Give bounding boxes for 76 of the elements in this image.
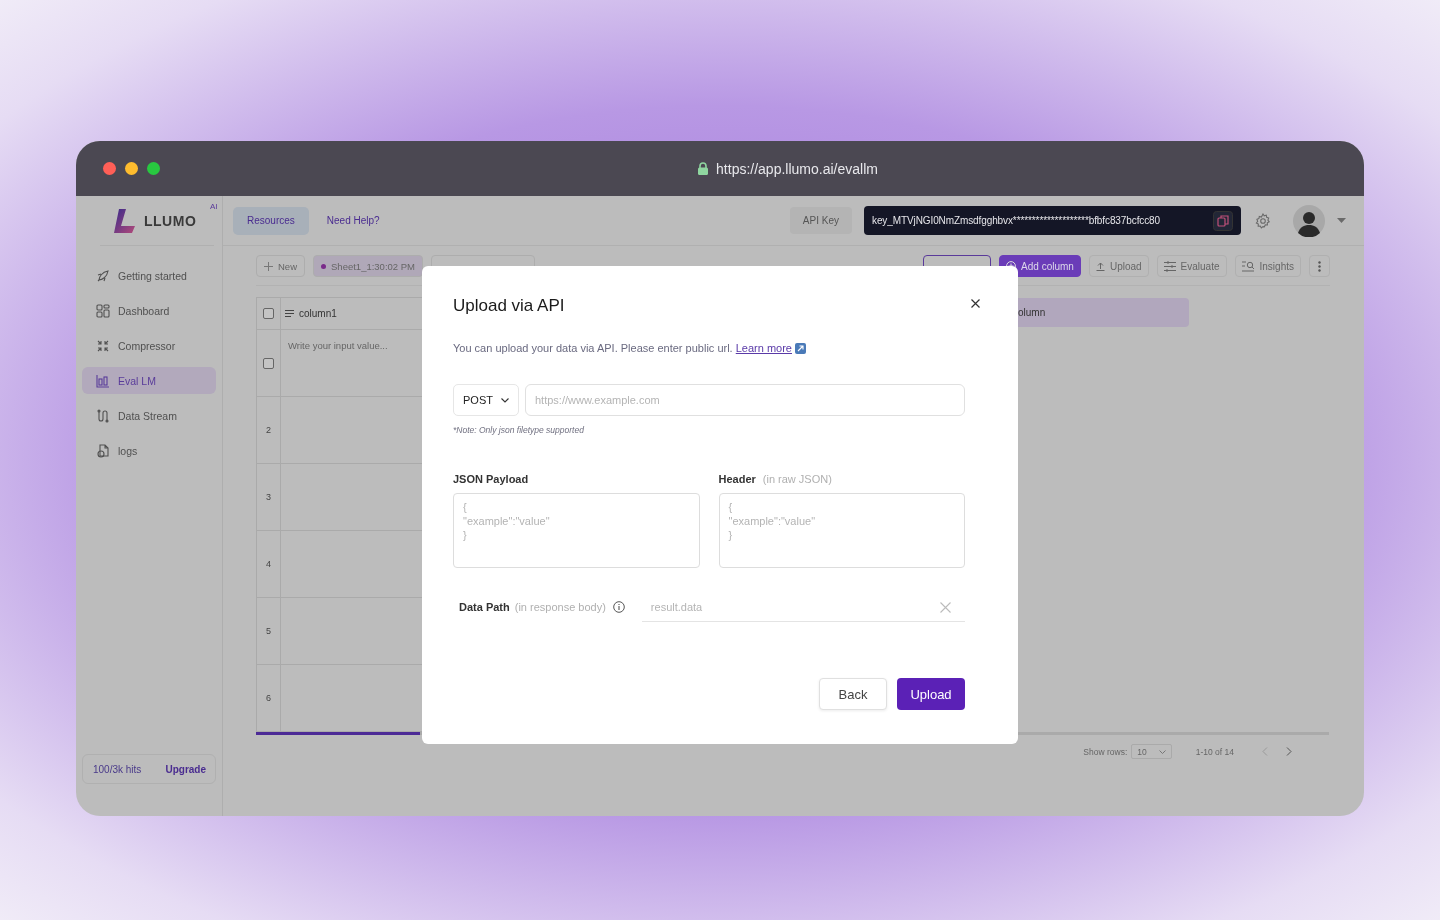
external-link-icon <box>795 342 806 354</box>
payload-field[interactable]: { "example":"value" } <box>453 493 700 568</box>
sidebar-item[interactable]: Data Stream <box>82 402 216 429</box>
rocket-icon <box>96 268 110 283</box>
row-number: 5 <box>266 626 271 636</box>
toolbar-button[interactable]: Insights <box>1234 255 1301 277</box>
sheet-tab[interactable]: Sheet1_1:30:02 PM <box>313 255 423 277</box>
copy-icon[interactable] <box>1213 210 1233 231</box>
field-hint: (in raw JSON) <box>762 473 832 485</box>
search-list-icon <box>1241 260 1255 272</box>
dialog-title: Upload via API <box>453 296 566 316</box>
more-button[interactable] <box>1309 255 1330 277</box>
close-window-button[interactable] <box>103 162 116 175</box>
url-text: https://app.llumo.ai/evallm <box>716 160 878 177</box>
dot-icon <box>321 263 326 269</box>
row-number: 2 <box>266 425 271 435</box>
logo-text: LLUMO <box>144 212 197 229</box>
info-icon[interactable] <box>612 601 625 613</box>
url-field[interactable]: https://www.example.com <box>525 384 965 416</box>
compress-icon <box>96 338 110 353</box>
upgrade-link[interactable]: Upgrade <box>165 763 206 775</box>
text-icon <box>285 310 294 317</box>
row-number: 6 <box>266 693 271 703</box>
grid-icon <box>96 303 110 318</box>
next-page-icon[interactable] <box>1286 747 1292 756</box>
dialog-description: You can upload your data via API. Please enter public url. Learn more <box>453 342 965 354</box>
document-icon <box>96 443 110 458</box>
sidebar-item[interactable]: Getting started <box>82 262 216 289</box>
flow-icon <box>96 408 110 423</box>
sidebar-item[interactable]: logs <box>82 437 216 464</box>
chevron-down-icon <box>1158 749 1166 754</box>
sidebar-item[interactable]: Dashboard <box>82 297 216 324</box>
close-icon[interactable] <box>971 299 980 308</box>
rows-dropdown[interactable]: 10 <box>1131 744 1172 759</box>
row-number: 4 <box>266 559 271 569</box>
clear-icon[interactable] <box>940 602 951 613</box>
avatar[interactable] <box>1293 204 1325 237</box>
usage-text: 100/3k hits <box>93 763 142 775</box>
upload-button[interactable]: Upload <box>897 678 965 710</box>
lock-icon <box>697 162 710 175</box>
header-link[interactable]: Need Help? <box>312 206 394 235</box>
new-sheet-button[interactable]: New <box>256 255 305 277</box>
sidebar-item[interactable]: Compressor <box>82 332 216 359</box>
page-range: 1-10 of 14 <box>1195 746 1234 757</box>
note-text: *Note: Only json filetype supported <box>453 425 585 435</box>
rows-label: Show rows: <box>1083 746 1128 757</box>
learn-more-link[interactable]: Learn more <box>735 342 806 354</box>
settings-icon[interactable] <box>1255 212 1271 229</box>
upload-icon <box>1095 261 1105 271</box>
api-key-label: API Key <box>789 207 852 234</box>
checkbox[interactable] <box>263 308 274 319</box>
cell-placeholder[interactable]: Write your input value... <box>288 340 388 351</box>
checkbox[interactable] <box>263 357 274 369</box>
minimize-window-button[interactable] <box>125 162 138 175</box>
field-hint: (in response body) <box>514 601 606 613</box>
field-label: Header <box>718 473 756 485</box>
sliders-icon <box>1163 260 1176 272</box>
sidebar-item[interactable]: Eval LM <box>82 367 216 394</box>
plus-icon <box>264 261 273 271</box>
row-number: 3 <box>266 492 271 502</box>
bar-chart-icon <box>96 373 110 388</box>
field-label: Data Path <box>459 601 510 613</box>
caret-icon[interactable] <box>1337 217 1346 224</box>
logo-superscript: AI <box>210 202 218 211</box>
more-icon <box>1318 260 1321 272</box>
toolbar-button[interactable]: Upload <box>1088 255 1149 277</box>
method-dropdown[interactable]: POST <box>453 384 519 416</box>
back-button[interactable]: Back <box>819 678 887 710</box>
chevron-down-icon <box>500 397 509 403</box>
header-link[interactable]: Resources <box>233 206 309 235</box>
header-field[interactable]: { "example":"value" } <box>718 493 965 568</box>
maximize-window-button[interactable] <box>147 162 160 175</box>
api-key-field[interactable]: key_MTVjNGI0NmZmsdfgghbvx********************bfbfc837bcfcc80 <box>864 206 1241 235</box>
toolbar-button[interactable]: Evaluate <box>1156 255 1227 277</box>
field-label: JSON Payload <box>453 473 529 485</box>
toolbar-button[interactable]: Add column <box>999 255 1081 277</box>
